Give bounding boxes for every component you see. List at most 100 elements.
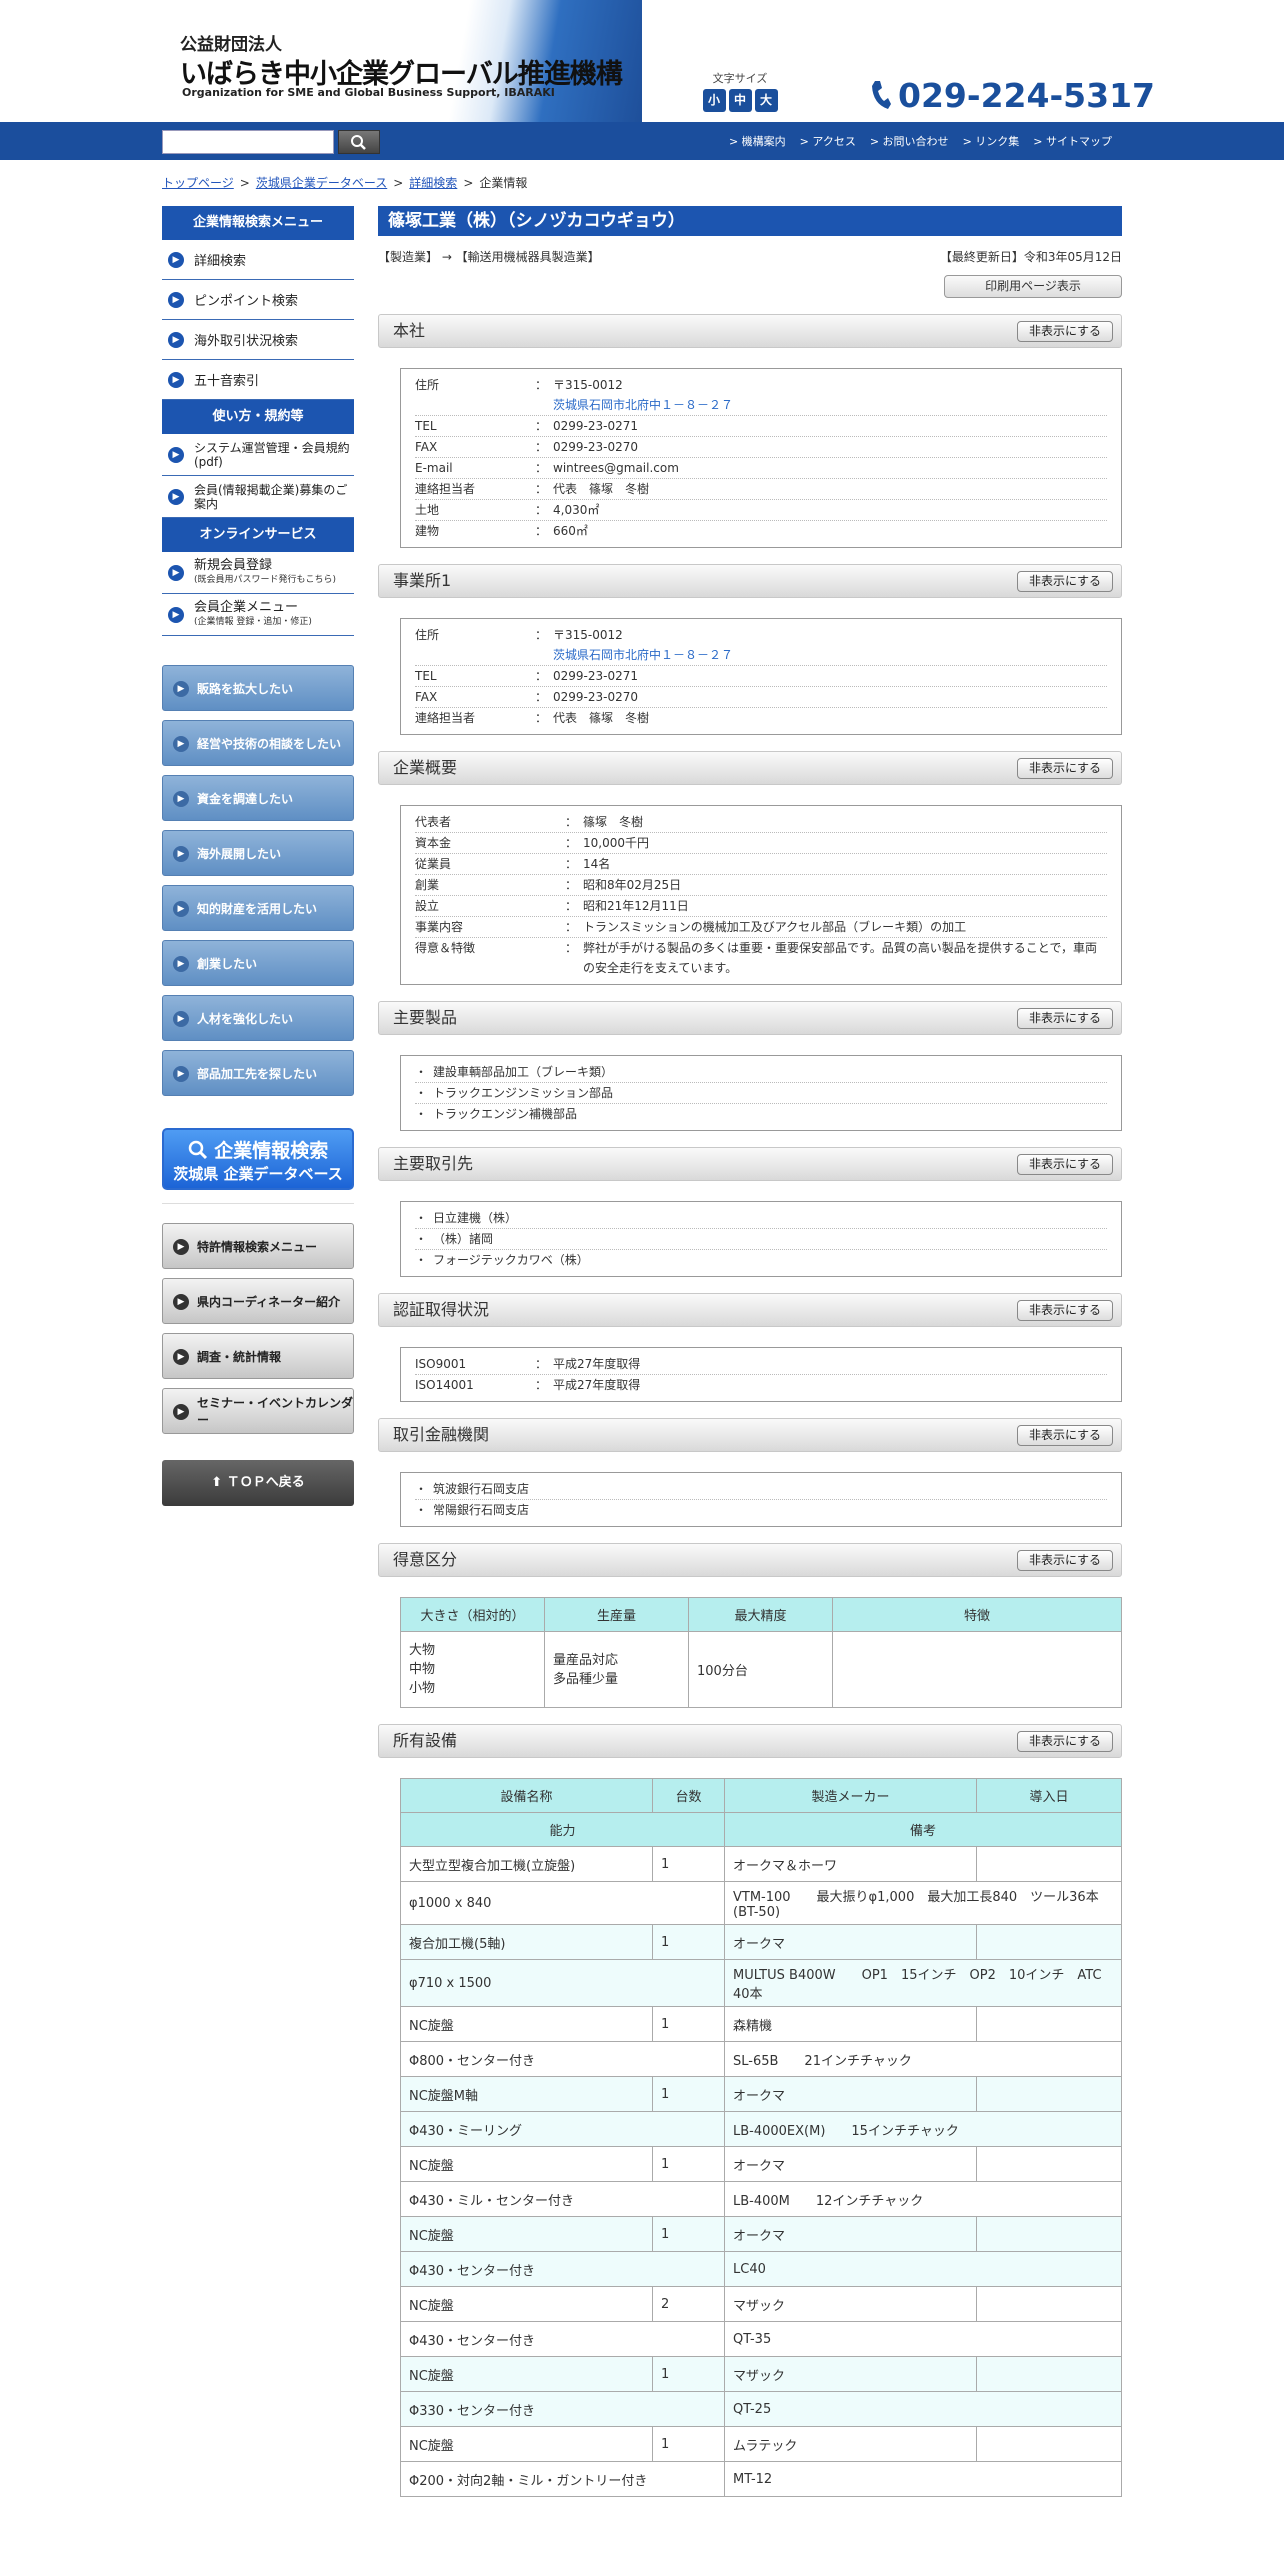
hide-section-button[interactable]: 非表示にする <box>1017 1154 1113 1175</box>
info-key: 得意＆特徴 <box>415 941 476 955</box>
nav-contact[interactable]: > お問い合わせ <box>870 133 949 149</box>
expand-sales-button[interactable]: ▶ 販路を拡大したい <box>162 665 354 711</box>
table-cell: 100分台 <box>688 1631 833 1708</box>
font-size-small-button[interactable]: 小 <box>702 89 726 112</box>
button-label: 部品加工先を探したい <box>197 1066 318 1081</box>
column-header: 導入日 <box>976 1778 1122 1813</box>
hide-section-button[interactable]: 非表示にする <box>1017 1300 1113 1321</box>
equipment-detail-row: Φ430・ミーリング LB-4000EX(M) 15インチチャック <box>400 2111 1122 2147</box>
table-cell: LB-400M 12インチチャック <box>724 2181 1122 2217</box>
info-value: 0299-23-0271 <box>553 669 639 683</box>
column-header: 生産量 <box>544 1597 689 1632</box>
table-cell: Φ430・センター付き <box>400 2251 725 2287</box>
last-updated: 【最終更新日】令和3年05月12日 <box>939 250 1122 264</box>
hide-section-button[interactable]: 非表示にする <box>1017 1425 1113 1446</box>
sidebar-item-member-menu[interactable]: ▶ 会員企業メニュー (企業情報 登録・追加・修正) <box>162 594 354 636</box>
button-label: 海外展開したい <box>197 846 282 861</box>
nav-sitemap[interactable]: > サイトマップ <box>1033 133 1112 149</box>
sidebar-item-pinpoint-search[interactable]: ▶ ピンポイント検索 <box>162 280 354 320</box>
info-value: 4,030㎡ <box>553 503 600 517</box>
sidebar-online-title: オンラインサービス <box>162 518 354 552</box>
consultation-button[interactable]: ▶ 経営や技術の相談をしたい <box>162 720 354 766</box>
equipment-detail-row: Φ200・対向2軸・ミル・ガントリー付き MT-12 <box>400 2461 1122 2497</box>
coordinator-button[interactable]: ▶ 県内コーディネーター紹介 <box>162 1278 354 1324</box>
info-key: 資本金 <box>415 836 452 850</box>
info-value: 0299-23-0270 <box>553 690 639 704</box>
sidebar-item-detail-search[interactable]: ▶ 詳細検索 <box>162 240 354 280</box>
info-key: 住所 <box>415 378 440 392</box>
hide-section-button[interactable]: 非表示にする <box>1017 1731 1113 1752</box>
info-key: FAX <box>415 440 438 454</box>
column-header: 大きさ（相対的） <box>400 1597 545 1632</box>
info-row: 住所：〒315-0012 茨城県石岡市北府中１－８－２７ <box>415 625 1107 666</box>
search-icon <box>188 1140 207 1160</box>
address-link[interactable]: 茨城県石岡市北府中１－８－２７ <box>553 398 733 412</box>
hide-section-button[interactable]: 非表示にする <box>1017 321 1113 342</box>
button-label: 経営や技術の相談をしたい <box>197 736 342 751</box>
info-row: 事業内容：トランスミッションの機械加工及びアクセル部品（ブレーキ類）の加工 <box>415 917 1107 938</box>
parts-supplier-button[interactable]: ▶ 部品加工先を探したい <box>162 1050 354 1096</box>
company-db-banner[interactable]: 企業情報検索 茨城県 企業データベース <box>162 1128 354 1190</box>
startup-button[interactable]: ▶ 創業したい <box>162 940 354 986</box>
font-size-large-button[interactable]: 大 <box>754 89 778 112</box>
hide-section-button[interactable]: 非表示にする <box>1017 1008 1113 1029</box>
font-size-medium-button[interactable]: 中 <box>728 89 752 112</box>
hide-section-button[interactable]: 非表示にする <box>1017 571 1113 592</box>
site-logo[interactable]: 公益財団法人 いばらき中小企業グローバル推進機構 Organization fo… <box>154 0 642 122</box>
hide-section-button[interactable]: 非表示にする <box>1017 1550 1113 1571</box>
info-key: 代表者 <box>415 815 452 829</box>
nav-links[interactable]: > リンク集 <box>963 133 1020 149</box>
hr-button[interactable]: ▶ 人材を強化したい <box>162 995 354 1041</box>
equipment-detail-row: Φ330・センター付き QT-25 <box>400 2391 1122 2427</box>
table-cell <box>976 2216 1122 2252</box>
site-header: 公益財団法人 いばらき中小企業グローバル推進機構 Organization fo… <box>0 0 1284 122</box>
info-row: ISO14001：平成27年度取得 <box>415 1375 1107 1395</box>
info-key: 連絡担当者 <box>415 711 476 725</box>
breadcrumb-database[interactable]: 茨城県企業データベース <box>256 176 387 190</box>
sidebar-item-new-member[interactable]: ▶ 新規会員登録 (既会員用パスワード発行もこちら) <box>162 552 354 594</box>
sidebar-item-member-recruit[interactable]: ▶ 会員(情報掲載企業)募集のご案内 <box>162 476 354 518</box>
list-item: 常陽銀行石岡支店 <box>415 1500 1107 1520</box>
table-cell: 1 <box>652 2076 725 2112</box>
site-search-button[interactable] <box>338 130 380 154</box>
table-cell: オークマ <box>724 2146 977 2182</box>
sidebar-item-overseas-search[interactable]: ▶ 海外取引状況検索 <box>162 320 354 360</box>
breadcrumb-top[interactable]: トップページ <box>162 176 234 190</box>
table-cell: オークマ＆ホーワ <box>724 1846 977 1882</box>
info-value: 昭和8年02月25日 <box>583 878 682 892</box>
overseas-button[interactable]: ▶ 海外展開したい <box>162 830 354 876</box>
sidebar-item-index[interactable]: ▶ 五十音索引 <box>162 360 354 400</box>
print-page-button[interactable]: 印刷用ページ表示 <box>944 275 1122 298</box>
info-row: 設立：昭和21年12月11日 <box>415 896 1107 917</box>
chevron-right-icon: ▶ <box>168 564 184 581</box>
section-headquarters: 本社 非表示にする 住所：〒315-0012 茨城県石岡市北府中１－８－２７ TEL… <box>378 314 1122 548</box>
banner-subtitle: 茨城県 企業データベース <box>173 1165 343 1183</box>
patent-search-button[interactable]: ▶ 特許情報検索メニュー <box>162 1223 354 1269</box>
hide-section-button[interactable]: 非表示にする <box>1017 758 1113 779</box>
nav-access[interactable]: > アクセス <box>800 133 856 149</box>
equipment-detail-row: Φ430・センター付き LC40 <box>400 2251 1122 2287</box>
info-row: 代表者：篠塚 冬樹 <box>415 812 1107 833</box>
font-size-label: 文字サイズ <box>712 72 768 85</box>
email-value[interactable]: wintrees@gmail.com <box>553 458 1107 478</box>
breadcrumb-detail-search[interactable]: 詳細検索 <box>409 176 457 190</box>
table-cell: MT-12 <box>724 2461 1122 2497</box>
column-header: 特徴 <box>832 1597 1122 1632</box>
event-calendar-button[interactable]: ▶ セミナー・イベントカレンダー <box>162 1388 354 1434</box>
funding-button[interactable]: ▶ 資金を調達したい <box>162 775 354 821</box>
table-cell: 1 <box>652 2426 725 2462</box>
nav-about[interactable]: > 機構案内 <box>729 133 786 149</box>
sidebar-item-terms[interactable]: ▶ システム運営管理・会員規約(pdf) <box>162 434 354 476</box>
site-search-input[interactable] <box>162 130 334 154</box>
back-to-top-button[interactable]: ⬆ ＴＯＰへ戻る <box>162 1460 354 1506</box>
chevron-right-icon: ▶ <box>173 1011 189 1027</box>
phone-number: 029-224-5317 <box>870 76 1155 115</box>
address-link[interactable]: 茨城県石岡市北府中１－８－２７ <box>553 648 733 662</box>
info-row: 資本金： 10,000千円 <box>415 833 1107 854</box>
list-item: トラックエンジンミッション部品 <box>415 1083 1107 1104</box>
ip-button[interactable]: ▶ 知的財産を活用したい <box>162 885 354 931</box>
statistics-button[interactable]: ▶ 調査・統計情報 <box>162 1333 354 1379</box>
equipment-row: NC旋盤 1 オークマ <box>400 2146 1122 2182</box>
table-cell: 1 <box>652 1924 725 1960</box>
info-row: TEL： 0299-23-0271 <box>415 416 1107 437</box>
